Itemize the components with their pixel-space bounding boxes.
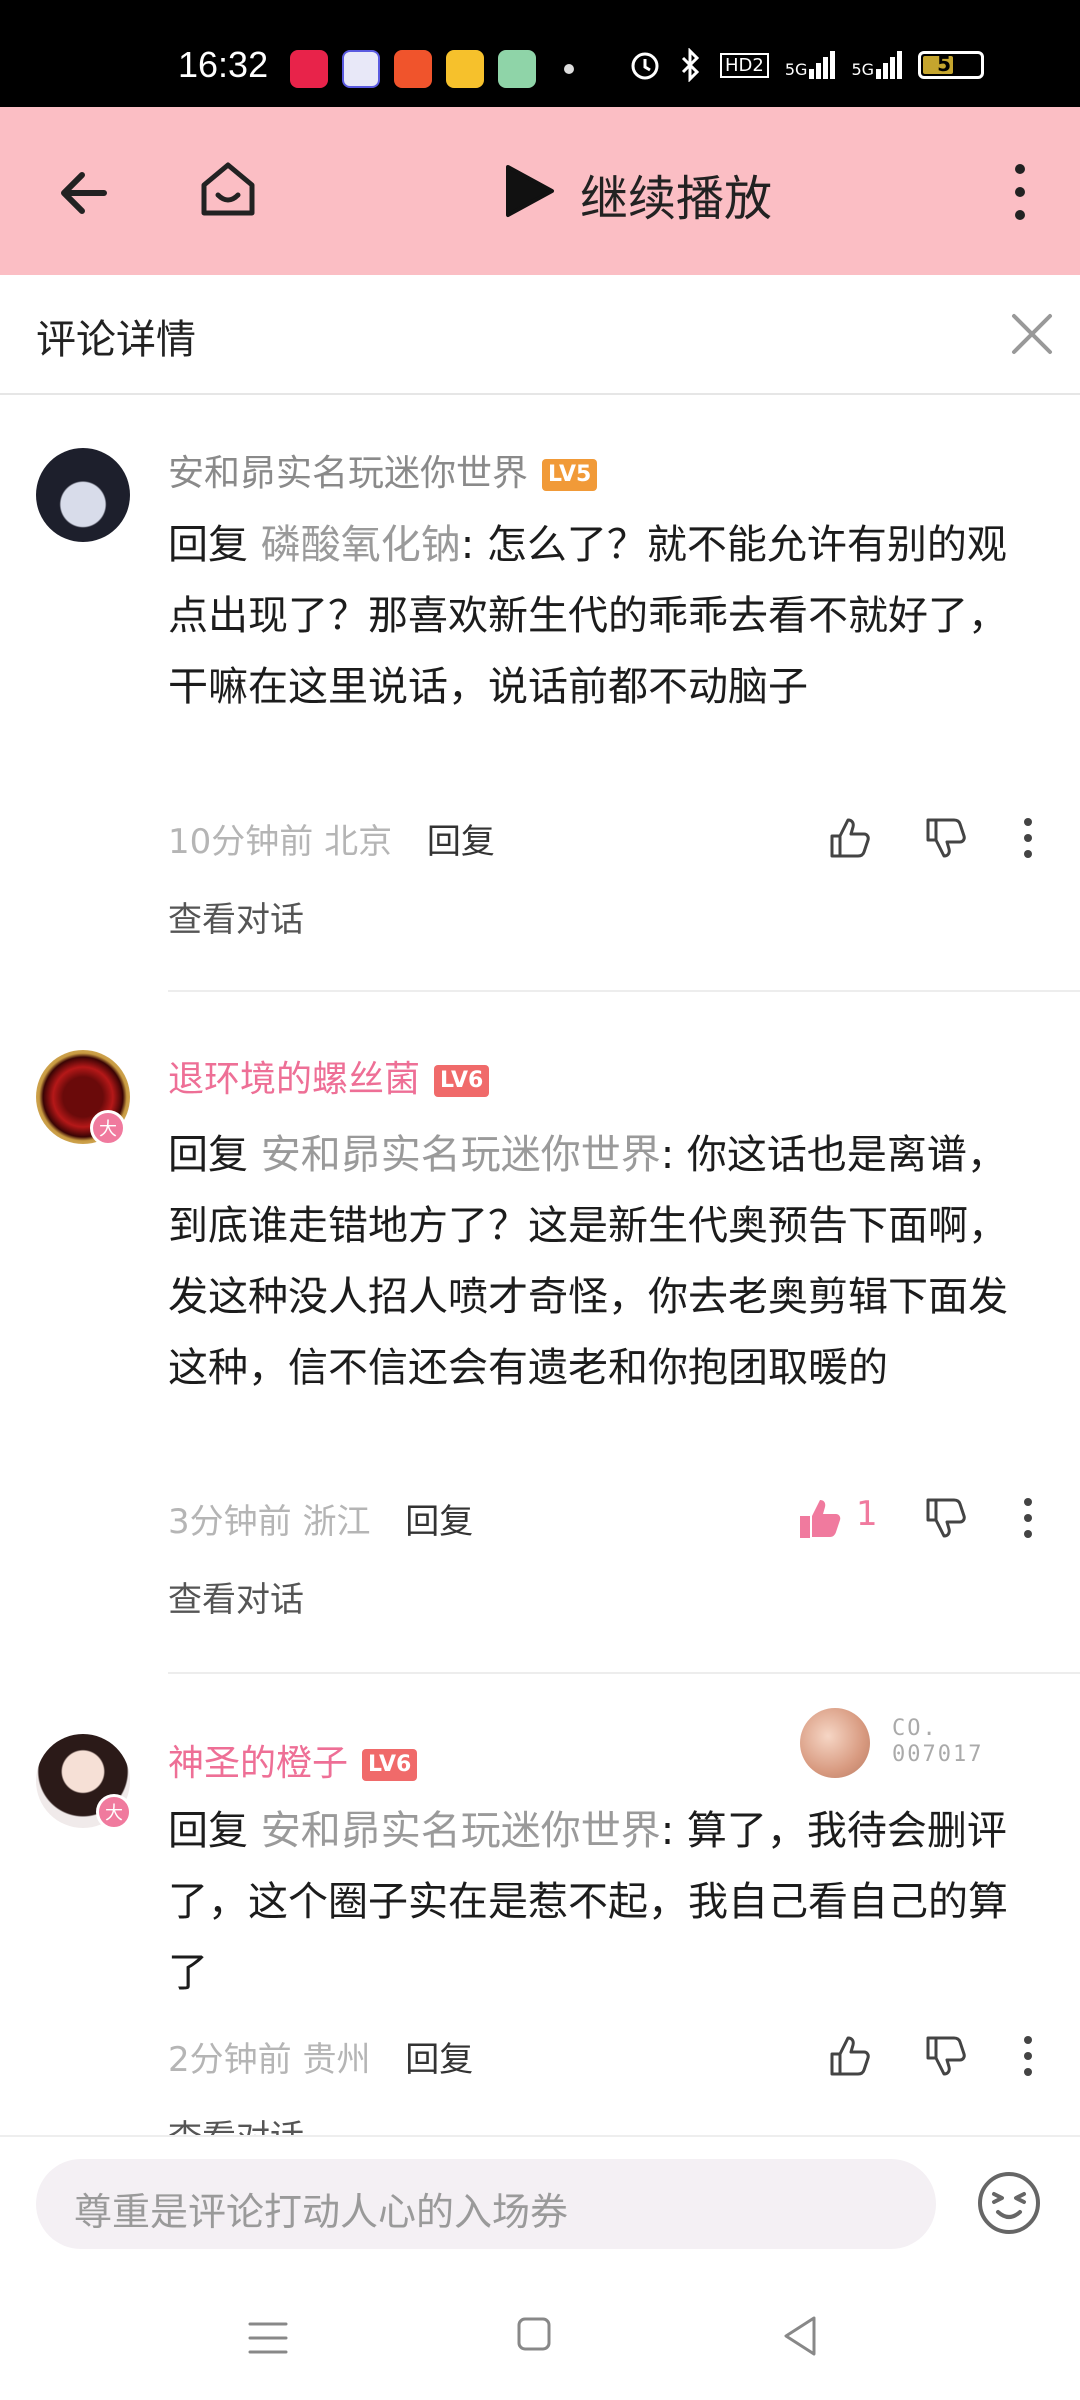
back-arrow-icon[interactable] [54,161,118,225]
medal-text-line1: CO. [892,1716,938,1741]
username-text[interactable]: 安和昴实名玩迷你世界 [168,453,528,494]
like-count: 1 [856,1494,878,1534]
section-title: 评论详情 [36,317,196,363]
home-icon[interactable] [196,157,260,221]
recent-apps-icon[interactable] [246,2318,290,2358]
notification-app-icons [290,50,536,88]
view-conversation-link[interactable]: 查看对话 [168,892,304,941]
comment-location: 浙江 [302,1502,371,1542]
comment-detail-header: 评论详情 [0,275,1080,395]
emoji-icon[interactable] [976,2170,1042,2236]
username[interactable]: 安和昴实名玩迷你世界 LV5 [168,444,598,496]
signal-5g-2: 5G [851,51,903,79]
system-home-icon[interactable] [516,2316,552,2352]
reply-prefix: 回复 [168,1132,261,1178]
status-time: 16:32 [178,44,269,85]
fan-medal-text: CO. 007017 [892,1716,983,1768]
app-icon-game [498,50,536,88]
verified-badge: 大 [90,1110,126,1146]
comment-input[interactable]: 尊重是评论打动人心的入场券 [36,2159,936,2249]
reply-to-user[interactable]: 安和昴实名玩迷你世界 [261,1132,661,1178]
comment-meta: 3分钟前 浙江 回复 [168,1494,473,1543]
comment-more-icon[interactable] [1020,2032,1036,2080]
comment-time: 3分钟前 [168,1502,292,1542]
fan-medal-icon[interactable] [800,1708,870,1778]
level-badge: LV6 [434,1065,490,1097]
thumbs-up-icon[interactable] [826,814,874,862]
continue-play-button[interactable]: 继续播放 [580,159,772,229]
username[interactable]: 退环境的螺丝菌 LV6 [168,1050,490,1102]
divider [168,1672,1080,1674]
reply-button[interactable]: 回复 [405,2040,473,2080]
comment-more-icon[interactable] [1020,814,1036,862]
system-status-icons: HD2 5G 5G 51 [628,48,985,82]
thumbs-up-filled-icon[interactable] [796,1494,844,1542]
comment-location: 北京 [324,822,393,862]
reply-to-user[interactable]: 安和昴实名玩迷你世界 [261,1808,661,1854]
level-badge: LV5 [542,459,598,491]
comment-more-icon[interactable] [1020,1494,1036,1542]
thumbs-down-icon[interactable] [922,814,970,862]
signal-label-2: 5G [851,60,875,79]
alarm-icon [631,52,659,80]
medal-text-line2: 007017 [892,1742,984,1767]
bluetooth-icon [681,48,700,82]
top-nav-bar: 继续播放 [0,107,1080,275]
system-back-icon[interactable] [780,2314,820,2358]
signal-5g-1: 5G [785,51,836,79]
comment-text[interactable]: 回复 磷酸氧化钠: 怎么了？就不能允许有别的观点出现了？那喜欢新生代的乖乖去看不… [168,510,1038,723]
divider [168,990,1080,992]
system-navigation-bar [0,2270,1080,2400]
thumbs-up-icon[interactable] [826,2032,874,2080]
view-conversation-link[interactable]: 查看对话 [168,1572,304,1621]
reply-button[interactable]: 回复 [427,822,495,862]
reply-prefix: 回复 [168,522,261,568]
comment-input-bar: 尊重是评论打动人心的入场券 [0,2135,1080,2272]
app-icon-red [290,50,328,88]
comment-meta: 2分钟前 贵州 回复 [168,2032,473,2081]
thumbs-down-icon[interactable] [922,2032,970,2080]
reply-button[interactable]: 回复 [405,1502,473,1542]
signal-label-1: 5G [784,60,808,79]
comment-meta: 10分钟前 北京 回复 [168,814,495,863]
comment-time: 2分钟前 [168,2040,292,2080]
level-badge: LV6 [362,1749,418,1781]
reply-prefix: 回复 [168,1808,261,1854]
reply-to-user[interactable]: 磷酸氧化钠 [261,522,461,568]
thumbs-down-icon[interactable] [922,1494,970,1542]
weibo-icon [446,50,484,88]
username-text[interactable]: 神圣的橙子 [168,1743,348,1784]
close-icon[interactable] [1010,312,1054,356]
comment-text[interactable]: 回复 安和昴实名玩迷你世界: 算了，我待会删评了，这个圈子实在是惹不起，我自己看… [168,1796,1038,2009]
comment-time: 10分钟前 [168,822,314,862]
play-icon[interactable] [498,161,558,221]
battery-icon: 51 [918,51,985,79]
comment-location: 贵州 [302,2040,371,2080]
status-bar: 16:32 HD2 5G 5G 51 [0,0,1080,107]
comment-input-placeholder: 尊重是评论打动人心的入场券 [74,2190,569,2234]
comment-text[interactable]: 回复 安和昴实名玩迷你世界: 你这话也是离谱，到底谁走错地方了？这是新生代奥预告… [168,1120,1038,1404]
username-text[interactable]: 退环境的螺丝菌 [168,1059,420,1100]
status-dot [564,64,574,74]
battery-level: 51 [937,52,965,76]
more-vertical-icon[interactable] [1000,157,1040,227]
avatar[interactable] [36,448,130,542]
app-icon-blue [342,50,380,88]
username[interactable]: 神圣的橙子 LV6 [168,1734,418,1786]
verified-badge: 大 [96,1794,132,1830]
hd-label: HD2 [720,52,769,78]
app-icon-video [394,50,432,88]
